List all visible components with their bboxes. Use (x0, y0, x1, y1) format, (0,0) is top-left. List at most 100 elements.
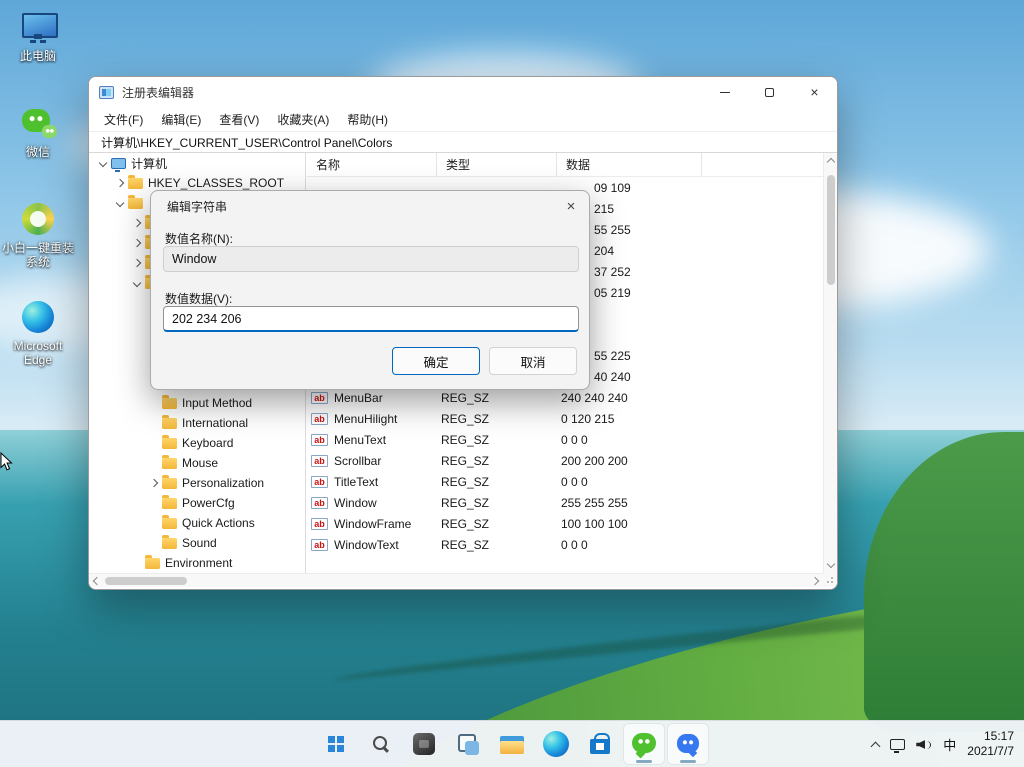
value-data: 0 0 0 (561, 538, 823, 552)
column-header-type[interactable]: 类型 (437, 153, 557, 176)
edge-button[interactable] (536, 724, 576, 764)
tray-date: 2021/7/7 (967, 745, 1014, 759)
value-name: MenuText (334, 433, 386, 447)
registry-value-row-windowtext[interactable]: abWindowTextREG_SZ0 0 0 (307, 534, 823, 555)
scroll-left-icon[interactable] (93, 577, 101, 585)
app-dark-button[interactable] (404, 724, 444, 764)
tree-item-quick-actions[interactable]: Quick Actions (89, 513, 305, 533)
tree-item-input-method[interactable]: Input Method (89, 393, 305, 413)
chevron-slot (129, 240, 145, 246)
chevron-down-icon[interactable] (99, 159, 107, 167)
column-header-data[interactable]: 数据 (557, 153, 702, 176)
tree-item-sound[interactable]: Sound (89, 533, 305, 553)
wallpaper-bank (332, 596, 1024, 680)
maximize-button[interactable] (747, 77, 792, 107)
regedit-titlebar[interactable]: 注册表编辑器 × (89, 77, 837, 107)
value-name: TitleText (334, 475, 378, 489)
cancel-button[interactable]: 取消 (489, 347, 577, 375)
tree-item-mouse[interactable]: Mouse (89, 453, 305, 473)
menu-edit[interactable]: 编辑(E) (152, 109, 210, 130)
value-name: Scrollbar (334, 454, 381, 468)
close-icon: × (810, 85, 818, 99)
tree-item-powercfg[interactable]: PowerCfg (89, 493, 305, 513)
dialog-buttons: 确定 取消 (392, 347, 577, 375)
menu-file[interactable]: 文件(F) (95, 109, 152, 130)
chevron-slot (146, 480, 162, 486)
registry-value-row-menubar[interactable]: abMenuBarREG_SZ240 240 240 (307, 387, 823, 408)
volume-icon[interactable] (916, 738, 932, 751)
value-type: REG_SZ (441, 517, 561, 531)
network-icon[interactable] (890, 739, 905, 750)
dialog-titlebar[interactable]: 编辑字符串 × (151, 191, 589, 221)
scroll-up-icon[interactable] (827, 158, 835, 166)
chevron-right-icon[interactable] (133, 259, 141, 267)
task-view-icon (448, 724, 488, 764)
desktop-icon-edge[interactable]: Microsoft Edge (0, 298, 76, 368)
store-button[interactable] (580, 724, 620, 764)
file-explorer-button[interactable] (492, 724, 532, 764)
horizontal-scrollbar[interactable] (89, 573, 823, 587)
dialog-close-button[interactable]: × (553, 191, 589, 221)
value-data-input[interactable] (163, 306, 579, 332)
desktop-icon-this-pc[interactable]: 此电脑 (0, 8, 76, 63)
xiaobai-icon (18, 200, 58, 238)
registry-value-row-window[interactable]: abWindowREG_SZ255 255 255 (307, 492, 823, 513)
tree-item-international[interactable]: International (89, 413, 305, 433)
chevron-right-icon[interactable] (133, 219, 141, 227)
vertical-scrollbar[interactable] (823, 153, 837, 573)
ime-indicator[interactable]: 中 (943, 735, 956, 754)
chevron-right-icon[interactable] (150, 479, 158, 487)
value-data: 100 100 100 (561, 517, 823, 531)
start-button[interactable] (316, 724, 356, 764)
tree-item-personalization[interactable]: Personalization (89, 473, 305, 493)
wechat-button[interactable] (624, 724, 664, 764)
menu-favorites[interactable]: 收藏夹(A) (268, 109, 338, 130)
chevron-slot (112, 180, 128, 186)
vertical-scroll-thumb[interactable] (827, 175, 835, 285)
registry-value-row-menuhilight[interactable]: abMenuHilightREG_SZ0 120 215 (307, 408, 823, 429)
chevron-slot (129, 260, 145, 266)
registry-value-row-scrollbar[interactable]: abScrollbarREG_SZ200 200 200 (307, 450, 823, 471)
desktop-icon-label: 微信 (26, 145, 50, 159)
registry-value-row-windowframe[interactable]: abWindowFrameREG_SZ100 100 100 (307, 513, 823, 534)
chevron-right-icon[interactable] (116, 179, 124, 187)
close-icon: × (567, 198, 576, 215)
address-input[interactable] (89, 132, 837, 152)
tree-item-environment[interactable]: Environment (89, 553, 305, 573)
chevron-down-icon[interactable] (133, 279, 141, 287)
minimize-button[interactable] (702, 77, 747, 107)
registry-value-row-menutext[interactable]: abMenuTextREG_SZ0 0 0 (307, 429, 823, 450)
desktop: 此电脑微信小白一键重装系统 Microsoft Edge 注册表编辑器 × 文件(… (0, 0, 1024, 767)
folder-icon (162, 418, 177, 429)
wecom-icon (668, 724, 708, 764)
close-button[interactable]: × (792, 77, 837, 107)
tree-item-label: Environment (165, 556, 232, 570)
search-button[interactable] (360, 724, 400, 764)
chevron-right-icon[interactable] (133, 239, 141, 247)
chevron-slot (129, 280, 145, 286)
column-header-name[interactable]: 名称 (307, 153, 437, 176)
chevron-down-icon[interactable] (116, 199, 124, 207)
registry-value-row-titletext[interactable]: abTitleTextREG_SZ0 0 0 (307, 471, 823, 492)
menu-help[interactable]: 帮助(H) (338, 109, 397, 130)
menu-view[interactable]: 查看(V) (210, 109, 268, 130)
resize-grip[interactable] (823, 573, 837, 587)
scroll-down-icon[interactable] (827, 560, 835, 568)
value-type: REG_SZ (441, 538, 561, 552)
task-view-button[interactable] (448, 724, 488, 764)
scroll-right-icon[interactable] (811, 577, 819, 585)
reg-sz-icon: ab (311, 413, 328, 425)
value-name-input[interactable] (163, 246, 579, 272)
desktop-icon-xiaobai[interactable]: 小白一键重装系统 (0, 200, 76, 270)
tray-overflow-chevron-icon[interactable] (871, 741, 881, 751)
computer-icon (111, 158, 126, 169)
ok-button[interactable]: 确定 (392, 347, 480, 375)
window-title: 注册表编辑器 (122, 84, 194, 101)
clock[interactable]: 15:17 2021/7/7 (967, 730, 1014, 759)
wecom-button[interactable] (668, 724, 708, 764)
reg-sz-icon: ab (311, 392, 328, 404)
tree-item-keyboard[interactable]: Keyboard (89, 433, 305, 453)
desktop-icon-wechat[interactable]: 微信 (0, 104, 76, 159)
tree-item-计算机[interactable]: 计算机 (89, 153, 305, 173)
horizontal-scroll-thumb[interactable] (105, 577, 187, 585)
